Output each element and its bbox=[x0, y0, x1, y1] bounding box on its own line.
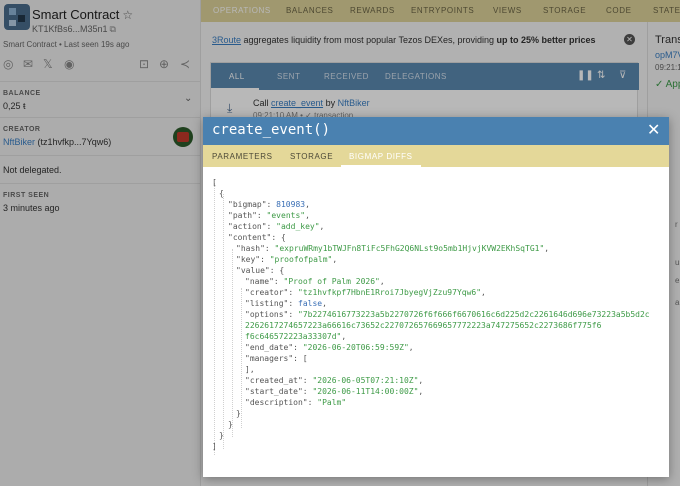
json-line: f6c646572223a33307d", bbox=[245, 332, 347, 341]
json-value: false bbox=[298, 299, 323, 308]
json-line: "name": "Proof of Palm 2026", bbox=[245, 277, 385, 286]
json-line: "key": "proofofpalm", bbox=[236, 255, 338, 264]
json-key: "hash" bbox=[236, 244, 265, 253]
json-key: "bigmap" bbox=[228, 200, 267, 209]
json-key: "key" bbox=[236, 255, 261, 264]
json-value: 2262617274657223a66616c73652c22707265766… bbox=[245, 321, 602, 330]
json-line: } bbox=[228, 420, 233, 429]
json-line: "created_at": "2026-06-05T07:21:10Z", bbox=[245, 376, 424, 385]
dialog-tabs: PARAMETERS STORAGE BIGMAP DIFFS bbox=[203, 145, 669, 167]
json-value: "2026-06-11T14:00:00Z" bbox=[312, 387, 419, 396]
tab-parameters[interactable]: PARAMETERS bbox=[212, 152, 273, 161]
json-key: "content" bbox=[228, 233, 272, 242]
json-line: ] bbox=[212, 442, 217, 451]
json-value: "Proof of Palm 2026" bbox=[283, 277, 380, 286]
close-icon[interactable]: ✕ bbox=[647, 120, 660, 140]
json-key: "description" bbox=[245, 398, 308, 407]
json-line: ], bbox=[245, 365, 255, 374]
json-line: "path": "events", bbox=[228, 211, 310, 220]
json-line: } bbox=[236, 409, 241, 418]
json-line: 2262617274657223a66616c73652c22707265766… bbox=[245, 320, 601, 331]
json-line: "options": "7b2274616773223a5b2270726f6f… bbox=[245, 310, 650, 319]
json-value: "add_key" bbox=[276, 222, 320, 231]
json-key: "creator" bbox=[245, 288, 289, 297]
json-key: "managers" bbox=[245, 354, 294, 363]
json-line: "hash": "expruWRmy1bTWJFn8TiFc5FhG2Q6NLs… bbox=[236, 244, 550, 253]
json-key: "listing" bbox=[245, 299, 289, 308]
tab-bigmap-diffs[interactable]: BIGMAP DIFFS bbox=[349, 152, 413, 161]
tab-storage[interactable]: STORAGE bbox=[290, 152, 333, 161]
json-key: "options" bbox=[245, 310, 289, 319]
json-value: "7b2274616773223a5b2270726f6f666f6670616… bbox=[298, 310, 650, 319]
json-value: "proofofpalm" bbox=[269, 255, 333, 264]
dialog-header: create_event() ✕ bbox=[203, 117, 669, 145]
json-line: "start_date": "2026-06-11T14:00:00Z", bbox=[245, 387, 424, 396]
bigmap-dialog: create_event() ✕ PARAMETERS STORAGE BIGM… bbox=[203, 117, 669, 477]
indent-guide bbox=[232, 249, 233, 437]
json-value: f6c646572223a33307d" bbox=[245, 332, 342, 341]
json-key: "name" bbox=[245, 277, 274, 286]
json-line: "action": "add_key", bbox=[228, 222, 325, 231]
dialog-title: create_event() bbox=[212, 122, 331, 138]
json-line: "listing": false, bbox=[245, 299, 327, 308]
indent-guide bbox=[241, 288, 242, 428]
json-line: "end_date": "2026-06-20T06:59:59Z", bbox=[245, 343, 414, 352]
json-value: "expruWRmy1bTWJFn8TiFc5FhG2Q6NLst9o5mb1H… bbox=[274, 244, 545, 253]
json-line: "value": { bbox=[236, 266, 285, 275]
json-key: "end_date" bbox=[245, 343, 294, 352]
json-value: "events" bbox=[266, 211, 306, 220]
json-line: } bbox=[219, 431, 224, 440]
json-value: "2026-06-05T07:21:10Z" bbox=[312, 376, 419, 385]
json-value: "Palm" bbox=[317, 398, 347, 407]
json-line: "content": { bbox=[228, 233, 286, 242]
json-line: "bigmap": 810983, bbox=[228, 200, 310, 209]
json-line: "managers": [ bbox=[245, 354, 308, 363]
indent-guide bbox=[223, 194, 224, 449]
json-key: "created_at" bbox=[245, 376, 303, 385]
indent-guide bbox=[214, 183, 215, 455]
json-viewer: [ { "bigmap": 810983, "path": "events", … bbox=[203, 167, 669, 477]
json-key: "value" bbox=[236, 266, 270, 275]
json-value: 810983 bbox=[276, 200, 306, 209]
json-key: "start_date" bbox=[245, 387, 303, 396]
json-line: "creator": "tz1hvfkpf7HbnE1Rroi7JbyegVjZ… bbox=[245, 288, 486, 297]
json-value: "2026-06-20T06:59:59Z" bbox=[302, 343, 409, 352]
json-key: "path" bbox=[228, 211, 257, 220]
json-value: "tz1hvfkpf7HbnE1Rroi7JbyegVjZzu97Yqw6" bbox=[298, 288, 482, 297]
json-line: [ bbox=[212, 178, 217, 187]
json-line: "description": "Palm" bbox=[245, 398, 347, 407]
json-line: { bbox=[219, 189, 224, 198]
json-key: "action" bbox=[228, 222, 267, 231]
